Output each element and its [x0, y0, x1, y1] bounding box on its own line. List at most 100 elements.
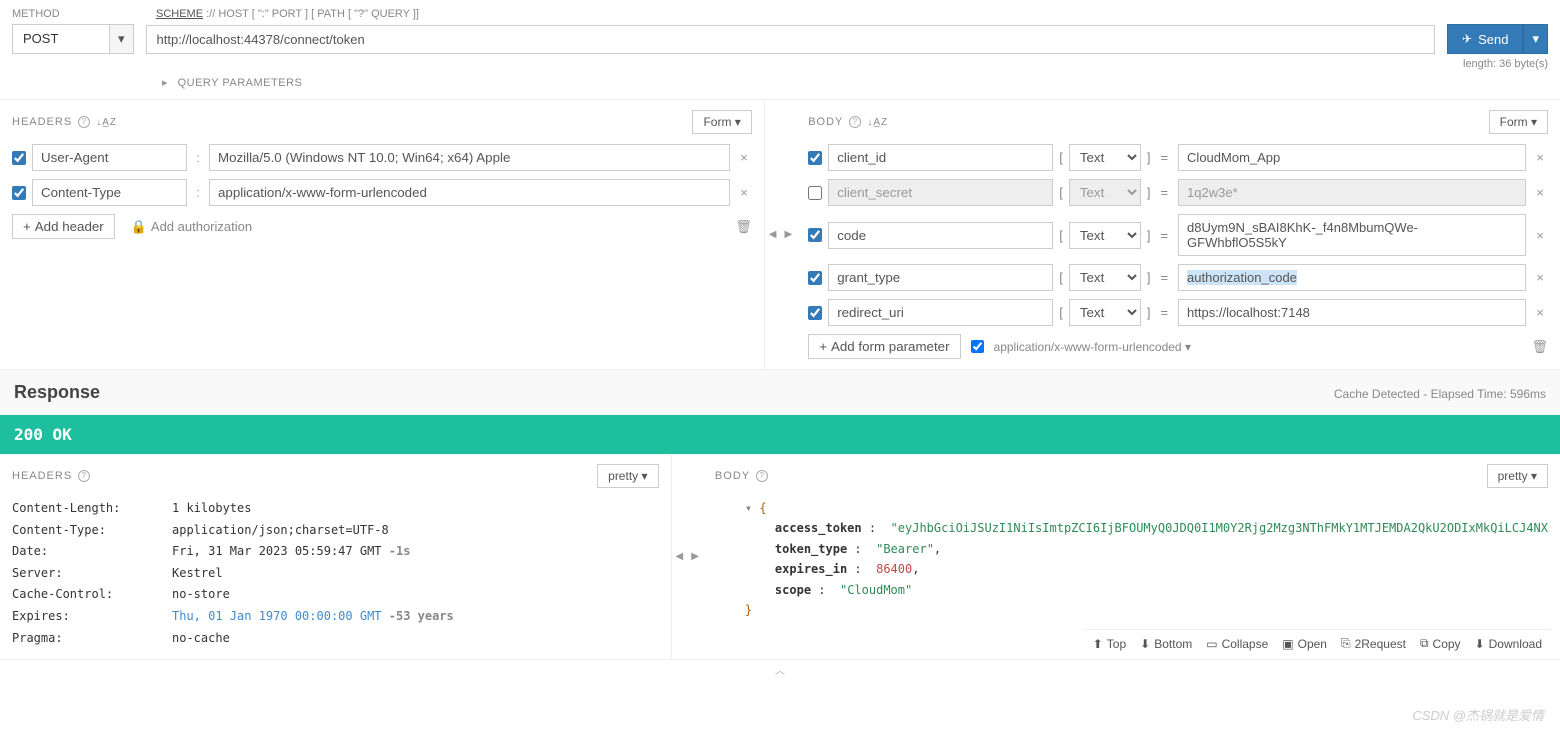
- encoding-checkbox[interactable]: [971, 340, 984, 353]
- response-header-value: 1 kilobytes: [172, 501, 251, 515]
- headers-title: HEADERS: [12, 116, 72, 128]
- watermark: CSDN @杰锅就是爱情: [1412, 705, 1544, 724]
- response-header-value: Fri, 31 Mar 2023 05:59:47 GMT: [172, 544, 382, 558]
- chevron-down-icon[interactable]: ▾: [110, 24, 134, 54]
- length-text: length: 36 byte(s): [12, 58, 1548, 70]
- request-icon: ⎘: [1341, 636, 1351, 651]
- to-request-button[interactable]: ⎘2Request: [1341, 636, 1406, 651]
- response-header-key: Expires:: [12, 606, 172, 628]
- response-header-value: application/json;charset=UTF-8: [172, 523, 389, 537]
- pane-handle-left[interactable]: ◀: [765, 229, 781, 240]
- param-type-select[interactable]: Text: [1069, 222, 1141, 249]
- response-header-key: Content-Length:: [12, 498, 172, 520]
- header-enable-checkbox[interactable]: [12, 151, 26, 165]
- url-input[interactable]: http://localhost:44378/connect/token: [146, 25, 1436, 54]
- trash-icon[interactable]: 🗑: [735, 219, 752, 235]
- param-type-select[interactable]: Text: [1069, 299, 1141, 326]
- paper-plane-icon: ✈: [1462, 32, 1472, 46]
- copy-button[interactable]: ⧉Copy: [1420, 636, 1461, 651]
- param-enable-checkbox[interactable]: [808, 228, 822, 242]
- scheme-label: SCHEME :// HOST [ ":" PORT ] [ PATH [ "?…: [156, 8, 419, 20]
- response-body-title: BODY: [715, 470, 750, 482]
- request-body-pane: BODY ? ↓A̲Z Form ▾ [ Text ]= CloudMom_Ap…: [796, 100, 1560, 369]
- param-type-select[interactable]: Text: [1069, 144, 1141, 171]
- response-header-value: Kestrel: [172, 566, 223, 580]
- collapse-button[interactable]: ▭Collapse: [1206, 636, 1268, 651]
- response-status: 200 OK: [0, 415, 1560, 454]
- add-authorization-link[interactable]: 🔒 Add authorization: [131, 219, 252, 235]
- param-enable-checkbox[interactable]: [808, 186, 822, 200]
- method-label: METHOD: [12, 8, 132, 20]
- sort-icon[interactable]: ↓A̲Z: [867, 117, 888, 128]
- query-parameters-toggle[interactable]: ▸ QUERY PARAMETERS: [12, 70, 1548, 95]
- param-enable-checkbox[interactable]: [808, 271, 822, 285]
- param-value-input[interactable]: authorization_code: [1178, 264, 1526, 291]
- help-icon[interactable]: ?: [756, 470, 768, 482]
- method-select[interactable]: POST ▾: [12, 24, 134, 54]
- header-enable-checkbox[interactable]: [12, 186, 26, 200]
- param-value-input[interactable]: CloudMom_App: [1178, 144, 1526, 171]
- sort-icon[interactable]: ↓A̲Z: [96, 117, 117, 128]
- collapse-icon: ▭: [1206, 637, 1217, 651]
- param-name-input[interactable]: [828, 264, 1053, 291]
- param-value-input[interactable]: 1q2w3e*: [1178, 179, 1526, 206]
- pane-handle-right[interactable]: ▶: [687, 551, 703, 562]
- add-form-parameter-button[interactable]: + Add form parameter: [808, 334, 960, 359]
- param-value-input[interactable]: d8Uym9N_sBAI8KhK-_f4n8MbumQWe-GFWhbflO5S…: [1178, 214, 1526, 256]
- help-icon[interactable]: ?: [78, 470, 90, 482]
- collapse-handle[interactable]: ︿: [0, 659, 1560, 679]
- encoding-select[interactable]: application/x-www-form-urlencoded ▾: [994, 340, 1191, 354]
- request-headers-pane: HEADERS ? ↓A̲Z Form ▾ : × : × + Add head…: [0, 100, 765, 369]
- collapse-toggle-icon[interactable]: ▾: [745, 501, 759, 515]
- send-dropdown[interactable]: ▾: [1523, 24, 1548, 54]
- help-icon[interactable]: ?: [849, 116, 861, 128]
- param-type-select[interactable]: Text: [1069, 179, 1141, 206]
- remove-icon[interactable]: ×: [1532, 185, 1548, 200]
- body-view-select[interactable]: Form ▾: [1489, 110, 1548, 134]
- response-json: ▾ { access_token : "eyJhbGciOiJSUzI1NiIs…: [715, 498, 1548, 630]
- param-name-input[interactable]: [828, 144, 1053, 171]
- download-icon: ⬇: [1475, 637, 1485, 651]
- bottom-button[interactable]: ⬇Bottom: [1140, 636, 1192, 651]
- help-icon[interactable]: ?: [78, 116, 90, 128]
- param-name-input[interactable]: [828, 222, 1053, 249]
- header-name-input[interactable]: [32, 179, 187, 206]
- header-value-input[interactable]: [209, 179, 730, 206]
- remove-icon[interactable]: ×: [736, 185, 752, 200]
- send-button[interactable]: ✈ Send: [1447, 24, 1523, 54]
- headers-view-select[interactable]: Form ▾: [692, 110, 751, 134]
- param-type-select[interactable]: Text: [1069, 264, 1141, 291]
- response-header-key: Cache-Control:: [12, 584, 172, 606]
- param-value-input[interactable]: https://localhost:7148: [1178, 299, 1526, 326]
- response-header-value: Thu, 01 Jan 1970 00:00:00 GMT: [172, 609, 382, 623]
- param-enable-checkbox[interactable]: [808, 306, 822, 320]
- response-body-view[interactable]: pretty ▾: [1487, 464, 1548, 488]
- remove-icon[interactable]: ×: [736, 150, 752, 165]
- plus-icon: +: [23, 219, 31, 234]
- add-header-button[interactable]: + Add header: [12, 214, 115, 239]
- header-name-input[interactable]: [32, 144, 187, 171]
- param-name-input[interactable]: [828, 179, 1053, 206]
- header-value-input[interactable]: [209, 144, 730, 171]
- remove-icon[interactable]: ×: [1532, 150, 1548, 165]
- response-header-key: Server:: [12, 563, 172, 585]
- param-name-input[interactable]: [828, 299, 1053, 326]
- remove-icon[interactable]: ×: [1532, 228, 1548, 243]
- download-button[interactable]: ⬇Download: [1475, 636, 1542, 651]
- response-header-key: Date:: [12, 541, 172, 563]
- response-headers-view[interactable]: pretty ▾: [597, 464, 658, 488]
- arrow-down-icon: ⬇: [1140, 637, 1150, 651]
- response-body-pane: BODY ? pretty ▾ ▾ { access_token : "eyJh…: [703, 454, 1560, 659]
- top-button[interactable]: ⬆Top: [1093, 636, 1126, 651]
- pane-handle-left[interactable]: ◀: [672, 551, 688, 562]
- pane-handle-right[interactable]: ▶: [781, 229, 797, 240]
- copy-icon: ⧉: [1420, 636, 1429, 651]
- response-meta: Cache Detected - Elapsed Time: 596ms: [1334, 387, 1546, 401]
- trash-icon[interactable]: 🗑: [1531, 339, 1548, 355]
- remove-icon[interactable]: ×: [1532, 305, 1548, 320]
- open-button[interactable]: ▣Open: [1282, 636, 1327, 651]
- param-enable-checkbox[interactable]: [808, 151, 822, 165]
- remove-icon[interactable]: ×: [1532, 270, 1548, 285]
- response-header-value: no-store: [172, 587, 230, 601]
- response-header-key: Pragma:: [12, 628, 172, 650]
